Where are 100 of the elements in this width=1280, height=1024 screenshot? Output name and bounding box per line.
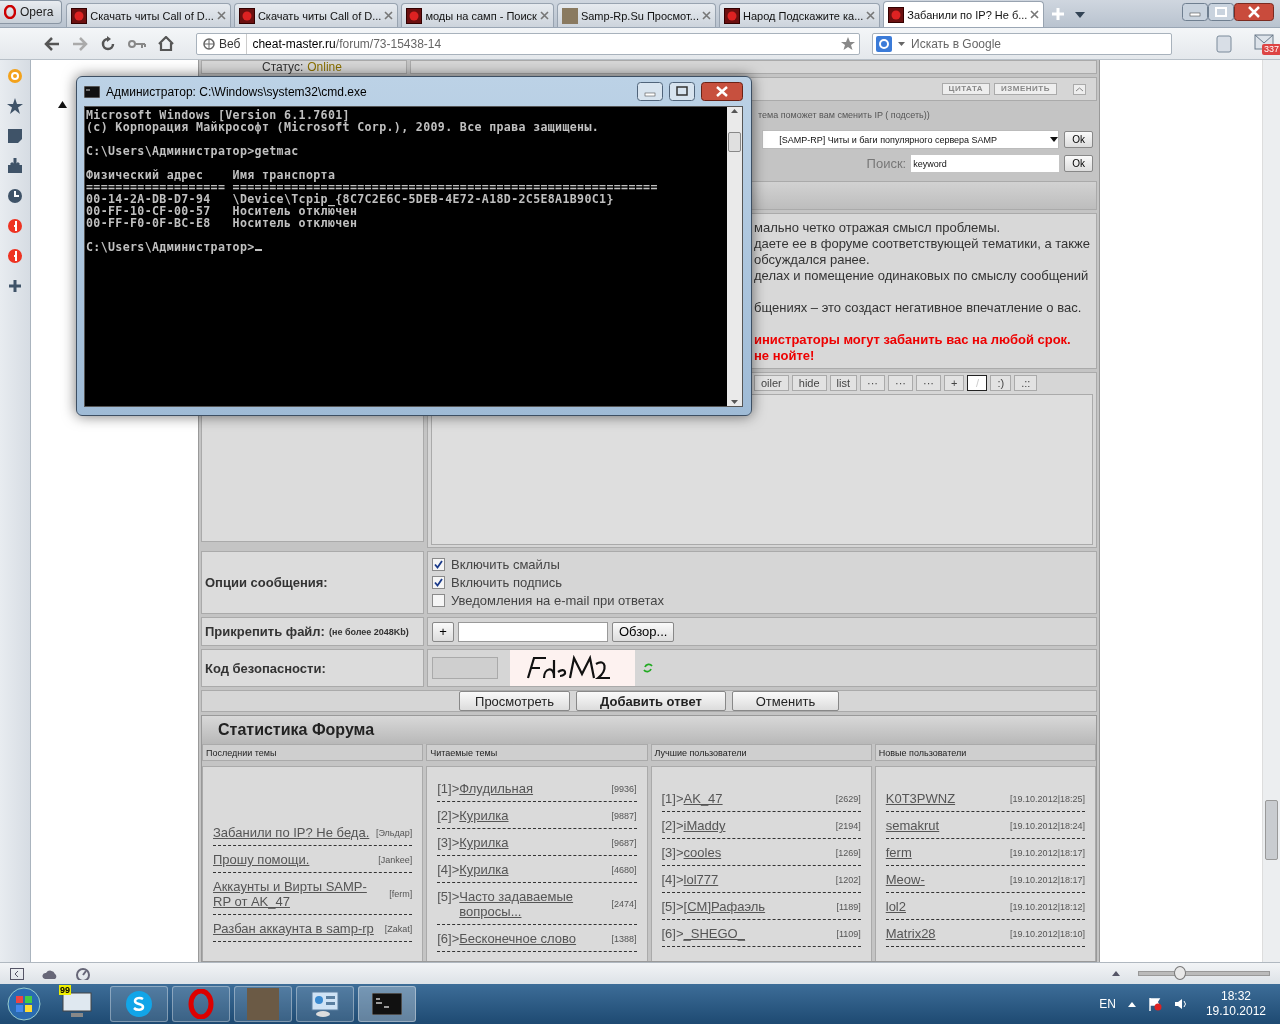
console-line: Microsoft Windows [Version 6.1.7601] [86, 109, 351, 121]
status-label: Статус: [262, 61, 304, 73]
status-value: Online [307, 61, 342, 73]
key-icon[interactable] [128, 37, 146, 50]
search-field[interactable]: keyword [911, 155, 1060, 172]
forum-select[interactable]: [SAMP-RP] Читы и баги популярного сервера SAMP [762, 130, 1060, 149]
language-indicator[interactable]: EN [1099, 997, 1116, 1011]
browser-tab[interactable]: Samp-Rp.Su Просмот... [556, 3, 716, 27]
file-field[interactable] [458, 621, 608, 642]
cloud-icon[interactable] [42, 968, 58, 979]
rank-text: [4]> [437, 862, 460, 878]
skype-icon[interactable] [125, 990, 153, 1018]
minimize-icon[interactable] [1182, 3, 1208, 21]
stats-link[interactable]: Прошу помощи. [213, 852, 310, 868]
stats-link[interactable]: Часто задаваемые вопросы... [459, 889, 606, 920]
scroll-up-icon[interactable] [731, 109, 738, 113]
search-field[interactable]: Искать в Google [872, 32, 1172, 55]
checkbox[interactable] [432, 558, 445, 572]
checkbox[interactable] [432, 594, 445, 608]
speaker-icon[interactable] [1173, 998, 1188, 1010]
stats-link[interactable]: Забанили по IP? Не беда. [213, 825, 370, 841]
bookmark-star-icon[interactable] [841, 36, 855, 51]
editor-button[interactable]: :) [990, 375, 1012, 392]
show-hidden-icons-icon[interactable] [1127, 1001, 1136, 1007]
stats-link[interactable]: _SHEGO_ [683, 926, 745, 942]
stats-link[interactable]: cooles [683, 845, 722, 861]
address-field[interactable]: Веб cheat-master.ru/forum/73-15438-14 [196, 32, 860, 55]
form-button[interactable]: Просмотреть [459, 691, 570, 712]
browser-tab[interactable]: Народ Подскажите ка... [719, 3, 881, 27]
go-button[interactable]: Ok [1064, 131, 1093, 148]
add-file-button[interactable]: + [432, 621, 454, 642]
stats-link[interactable]: Meow- [885, 872, 925, 888]
editor-button[interactable]: ··· [888, 375, 914, 392]
stats-link[interactable]: ferm [885, 845, 912, 861]
close-window-icon[interactable] [1234, 3, 1274, 21]
control-panel-icon[interactable] [310, 990, 340, 1018]
opera-menu-button[interactable]: Opera [0, 0, 63, 24]
stats-link[interactable]: Курилка [459, 808, 509, 824]
stats-link[interactable]: Разбан аккаунта в samp-rp [213, 921, 374, 937]
stats-link[interactable]: lol777 [683, 872, 719, 888]
rank-text: [3]> [661, 845, 684, 861]
download-icon[interactable] [7, 158, 23, 174]
home-icon[interactable] [158, 36, 174, 51]
stats-link[interactable]: [CM]Рафаэль [683, 899, 766, 915]
scrollbar-thumb[interactable] [1265, 800, 1278, 860]
search-button[interactable]: Ok [1064, 155, 1093, 172]
stats-link[interactable]: AK_47 [683, 791, 723, 807]
stats-link[interactable]: K0T3PWNZ [885, 791, 956, 807]
editor-button[interactable]: hide [791, 375, 827, 392]
minimize-icon[interactable] [637, 82, 663, 101]
clock-icon[interactable] [7, 188, 23, 204]
editor-button[interactable]: + [944, 375, 965, 392]
captcha-field[interactable] [432, 657, 498, 680]
panel-toggle-icon[interactable] [10, 967, 24, 980]
stats-link[interactable]: Курилка [459, 862, 509, 878]
browser-tab[interactable]: моды на самп - Поиск [401, 3, 554, 27]
reload-icon[interactable] [100, 35, 116, 52]
message-textarea[interactable] [431, 394, 1093, 546]
scroll-down-icon[interactable] [731, 400, 738, 404]
form-button[interactable]: Добавить ответ [575, 691, 726, 712]
column-heading: Последнии темы [202, 744, 424, 762]
browse-button[interactable]: Обзор... [612, 621, 675, 642]
add-panel-icon[interactable] [7, 278, 23, 294]
back-icon[interactable] [44, 36, 60, 51]
restore-icon[interactable] [1208, 3, 1234, 21]
stats-link[interactable]: iMaddy [683, 818, 726, 834]
command-prompt-icon[interactable] [372, 993, 402, 1015]
stats-link[interactable]: Флудильная [459, 781, 534, 797]
stats-meta: [19.10.2012|18:24] [1010, 820, 1085, 831]
stats-link[interactable]: Аккаунты и Вирты SAMP-RP от AK_47 [213, 879, 384, 910]
stats-link[interactable]: lol2 [885, 899, 906, 915]
close-icon[interactable] [701, 82, 743, 101]
opera-logo-icon [4, 5, 16, 19]
zoom-slider-thumb[interactable] [1174, 966, 1187, 980]
bookmark-star-icon[interactable] [7, 98, 23, 114]
editor-button[interactable]: oiler [754, 375, 789, 392]
maximize-icon[interactable] [669, 82, 695, 101]
speedometer-icon[interactable] [76, 967, 90, 980]
notes-icon[interactable] [7, 128, 23, 144]
stats-link[interactable]: semakrut [885, 818, 940, 834]
editor-button[interactable]: .:: [1014, 375, 1038, 392]
editor-button[interactable]: ··· [916, 375, 942, 392]
flag-icon[interactable] [1147, 997, 1162, 1011]
checkbox[interactable] [432, 576, 445, 590]
stats-link[interactable]: Matrix28 [885, 926, 936, 942]
stats-link[interactable]: Бесконечное слово [459, 931, 577, 947]
start-button-icon[interactable] [7, 987, 41, 1021]
stats-link[interactable]: Курилка [459, 835, 509, 851]
browser-tab[interactable]: Скачать читы Call of D... [66, 3, 231, 27]
scrollbar-thumb[interactable] [728, 131, 741, 152]
editor-button[interactable]: list [829, 375, 858, 392]
computer-icon[interactable] [61, 989, 93, 1019]
rank-text: [6]> [437, 931, 460, 947]
form-button[interactable]: Отменить [731, 691, 839, 712]
browser-tab[interactable]: Скачать читы Call of D... [233, 3, 399, 27]
caret-icon[interactable] [1112, 971, 1120, 976]
tab-menu-caret-icon[interactable] [1075, 12, 1086, 18]
stats-meta: [1388] [611, 933, 637, 944]
editor-button[interactable]: ··· [860, 375, 886, 392]
browser-tab[interactable]: Забанили по IP? Не б... [883, 1, 1045, 27]
